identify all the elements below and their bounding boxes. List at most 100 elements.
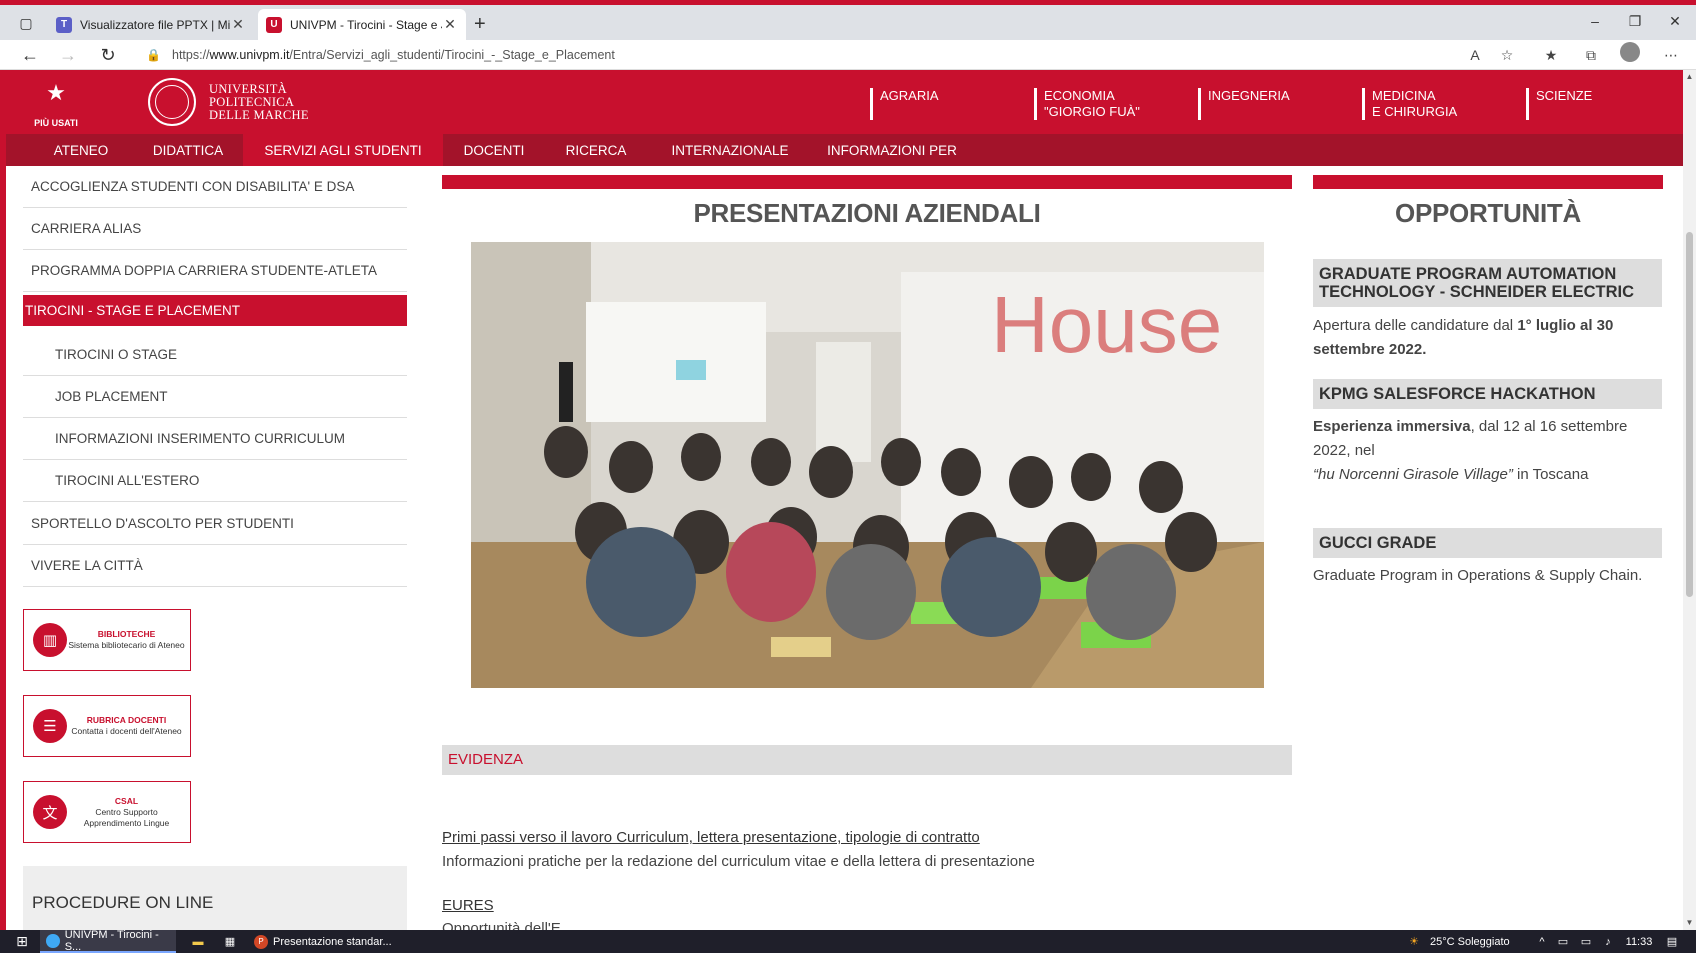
tab-actions-icon[interactable]: ▢ xyxy=(14,11,38,35)
taskbar-app-label: UNIVPM - Tirocini - S... xyxy=(64,928,159,953)
sidebar-item-carriera-alias[interactable]: CARRIERA ALIAS xyxy=(23,208,407,250)
faculty-line: MEDICINA xyxy=(1372,88,1436,103)
logo-line: DELLE MARCHE xyxy=(209,108,309,122)
windows-start-icon[interactable]: ⊞ xyxy=(12,930,32,953)
menu-servizi-agli-studenti[interactable]: SERVIZI AGLI STUDENTI xyxy=(243,134,443,166)
sidebar-item-sportello-ascolto[interactable]: SPORTELLO D'ASCOLTO PER STUDENTI xyxy=(23,503,407,545)
tab-bar: ▢ T Visualizzatore file PPTX | Micros ✕ … xyxy=(0,5,1696,40)
restore-icon[interactable]: ❐ xyxy=(1620,13,1650,30)
box-subtitle: Contatta i docenti dell'Ateneo xyxy=(71,726,182,736)
faculty-link-ingegneria[interactable]: INGEGNERIA xyxy=(1198,88,1290,120)
taskbar-app-label: Presentazione standar... xyxy=(273,935,392,948)
opportunity-heading-gucci[interactable]: GUCCI GRADE xyxy=(1313,528,1662,558)
faculty-line: SCIENZE xyxy=(1536,88,1593,103)
url-scheme: https:// xyxy=(172,48,210,62)
eures-link[interactable]: EURES xyxy=(442,897,494,914)
address-bar[interactable]: 🔒 https://www.univpm.it/Entra/Servizi_ag… xyxy=(146,44,1446,66)
menu-internazionale[interactable]: INTERNAZIONALE xyxy=(666,134,794,166)
university-seal-icon[interactable] xyxy=(148,78,196,126)
minimize-icon[interactable]: – xyxy=(1580,13,1610,29)
taskbar-app-powerpoint[interactable]: P Presentazione standar... xyxy=(250,930,400,953)
sidebar-subitem-curriculum[interactable]: INFORMAZIONI INSERIMENTO CURRICULUM xyxy=(23,418,407,460)
faculty-line: ECONOMIA xyxy=(1044,88,1115,103)
biblioteche-box[interactable]: ▥ BIBLIOTECHE Sistema bibliotecario di At… xyxy=(23,609,191,671)
edge-icon xyxy=(46,933,60,948)
box-subtitle: Centro Supporto Apprendimento Lingue xyxy=(83,806,170,828)
teams-favicon-icon: T xyxy=(56,16,72,33)
forward-icon[interactable]: → xyxy=(56,44,80,66)
close-tab-icon[interactable]: ✕ xyxy=(230,16,246,33)
opportunita-title: OPPORTUNITÀ xyxy=(1395,198,1581,228)
menu-ricerca[interactable]: RICERCA xyxy=(556,134,636,166)
windows-taskbar: ⊞ UNIVPM - Tirocini - S... ▬ ▦ P Present… xyxy=(0,928,1696,953)
opportunity-heading-schneider[interactable]: GRADUATE PROGRAM AUTOMATION TECHNOLOGY -… xyxy=(1313,259,1662,307)
opportunity-heading-kpmg[interactable]: KPMG SALESFORCE HACKATHON xyxy=(1313,379,1662,409)
most-used-label[interactable]: PIÙ USATI xyxy=(24,118,88,128)
reload-icon[interactable]: ↻ xyxy=(96,44,120,66)
tray-chevron-icon[interactable]: ^ xyxy=(1535,930,1549,953)
favorites-icon[interactable]: ★ xyxy=(1540,46,1562,64)
sidebar-subitem-tirocini-estero[interactable]: TIROCINI ALL'ESTERO xyxy=(23,460,407,502)
star-icon[interactable]: ★ xyxy=(36,82,76,104)
weather-sun-icon[interactable]: ☀ xyxy=(1406,930,1422,953)
close-tab-icon[interactable]: ✕ xyxy=(442,16,458,33)
faculty-link-medicina[interactable]: MEDICINA E CHIRURGIA xyxy=(1362,88,1457,120)
url-path: /Entra/Servizi_agli_studenti/Tirocini_-_… xyxy=(289,48,615,62)
menu-informazioni-per[interactable]: INFORMAZIONI PER xyxy=(826,134,958,166)
sidebar-subitem-tirocini-o-stage[interactable]: TIROCINI O STAGE xyxy=(23,334,407,376)
tab-title: Visualizzatore file PPTX | Micros xyxy=(80,17,230,32)
classroom-photo: House xyxy=(471,242,1264,688)
box-title: BIBLIOTECHE xyxy=(97,629,156,639)
new-tab-icon[interactable]: + xyxy=(474,14,486,34)
collections-icon[interactable]: ⧉ xyxy=(1580,46,1602,64)
sidebar-item-doppia-carriera[interactable]: PROGRAMMA DOPPIA CARRIERA STUDENTE-ATLET… xyxy=(23,250,407,292)
text-part: Apertura delle candidature dal xyxy=(1313,317,1518,334)
sidebar-item-tirocini-stage-placement[interactable]: TIROCINI - STAGE E PLACEMENT xyxy=(23,295,407,326)
add-favorite-icon[interactable]: ☆ xyxy=(1496,46,1518,64)
procedure-online-panel: PROCEDURE ON LINE xyxy=(23,866,407,930)
tab-pptx-viewer[interactable]: T Visualizzatore file PPTX | Micros ✕ xyxy=(48,9,254,40)
faculty-line: "GIORGIO FUÀ" xyxy=(1044,104,1140,119)
menu-didattica[interactable]: DIDATTICA xyxy=(136,134,240,166)
display-icon[interactable]: ▭ xyxy=(1578,930,1594,953)
close-window-icon[interactable]: ✕ xyxy=(1660,13,1690,30)
taskbar-app-edge[interactable]: UNIVPM - Tirocini - S... xyxy=(40,928,176,953)
tab-univpm[interactable]: U UNIVPM - Tirocini - Stage e Job ✕ xyxy=(258,9,466,40)
sidebar-item-vivere-citta[interactable]: VIVERE LA CITTÀ xyxy=(23,545,407,587)
scroll-down-icon[interactable]: ▼ xyxy=(1683,918,1696,927)
rubrica-docenti-box[interactable]: ☰ RUBRICA DOCENTI Contatta i docenti dell… xyxy=(23,695,191,757)
primi-passi-link[interactable]: Primi passi verso il lavoro Curriculum, … xyxy=(442,829,980,846)
page-scrollbar[interactable]: ▲ ▼ xyxy=(1683,70,1696,930)
sidebar-subitem-job-placement[interactable]: JOB PLACEMENT xyxy=(23,376,407,418)
read-aloud-icon[interactable]: A xyxy=(1464,46,1486,64)
eures-description: Opportunità dell'E xyxy=(442,920,561,930)
box-subtitle: Sistema bibliotecario di Ateneo xyxy=(68,640,185,650)
menu-ateneo[interactable]: ATENEO xyxy=(36,134,126,166)
translate-icon: 文 xyxy=(33,795,67,829)
csal-box[interactable]: 文 CSAL Centro Supporto Apprendimento Ling… xyxy=(23,781,191,843)
section-accent-bar xyxy=(442,175,1292,189)
primi-passi-description: Informazioni pratiche per la redazione d… xyxy=(442,853,1035,870)
weather-text[interactable]: 25°C Soleggiato xyxy=(1430,930,1540,953)
university-logo-text[interactable]: UNIVERSITÀ POLITECNICA DELLE MARCHE xyxy=(209,83,309,122)
faculty-link-scienze[interactable]: SCIENZE xyxy=(1526,88,1592,120)
faculty-link-economia[interactable]: ECONOMIA "GIORGIO FUÀ" xyxy=(1034,88,1140,120)
store-icon[interactable]: ▦ xyxy=(222,930,238,953)
photo-wall-sign: House xyxy=(991,280,1222,369)
notifications-icon[interactable]: ▤ xyxy=(1664,930,1680,953)
faculty-link-agraria[interactable]: AGRARIA xyxy=(870,88,939,120)
clock[interactable]: 11:33 xyxy=(1622,930,1656,953)
volume-icon[interactable]: ♪ xyxy=(1600,930,1616,953)
back-icon[interactable]: ← xyxy=(18,44,42,66)
faculty-line: INGEGNERIA xyxy=(1208,88,1290,103)
more-options-icon[interactable]: ⋯ xyxy=(1660,46,1682,64)
scrollbar-thumb[interactable] xyxy=(1686,232,1693,597)
url-host: www.univpm.it xyxy=(209,48,290,62)
file-explorer-icon[interactable]: ▬ xyxy=(190,930,206,953)
menu-docenti[interactable]: DOCENTI xyxy=(452,134,536,166)
scroll-up-icon[interactable]: ▲ xyxy=(1683,72,1696,81)
box-title: RUBRICA DOCENTI xyxy=(86,715,167,725)
profile-avatar[interactable] xyxy=(1620,42,1640,62)
sidebar-item-accoglienza[interactable]: ACCOGLIENZA STUDENTI CON DISABILITA' E D… xyxy=(23,166,407,208)
network-icon[interactable]: ▭ xyxy=(1555,930,1571,953)
